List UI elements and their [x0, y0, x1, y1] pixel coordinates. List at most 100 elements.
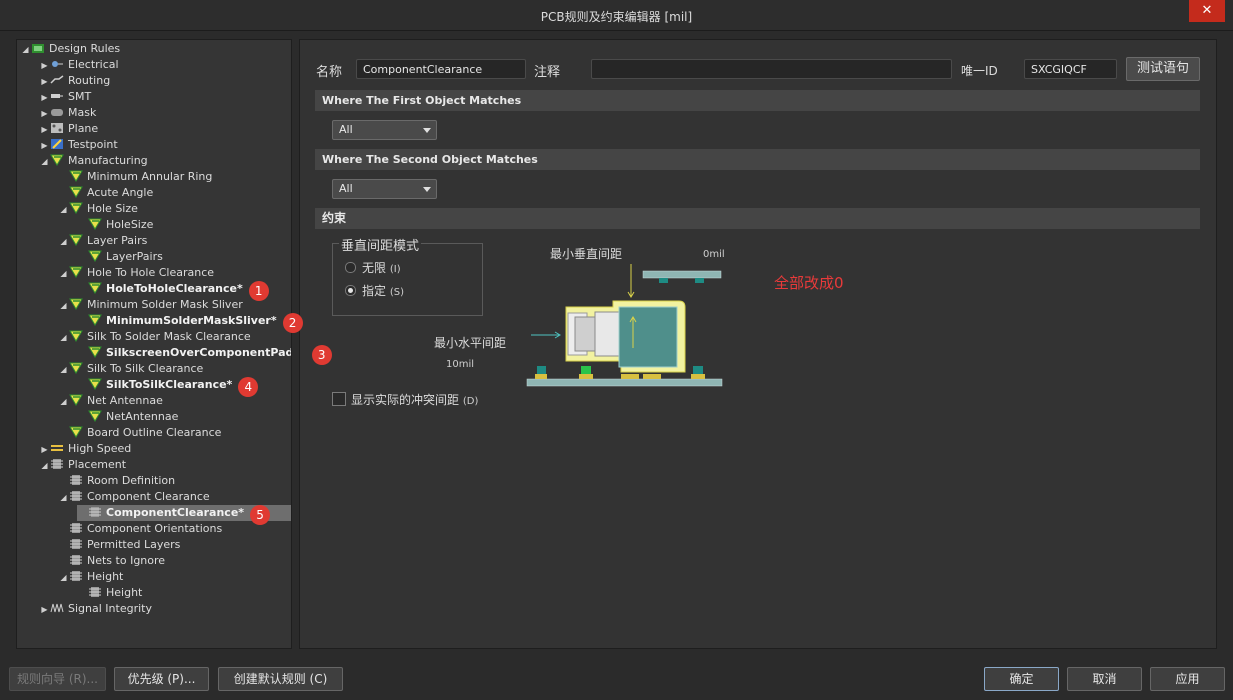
chip-icon [88, 506, 102, 518]
tree-item[interactable]: LayerPairs [77, 249, 163, 265]
tree-item[interactable]: ◢ Silk To Solder Mask Clearance [58, 329, 251, 346]
expand-open-icon[interactable]: ◢ [20, 42, 31, 58]
cancel-button[interactable]: 取消 [1067, 667, 1142, 691]
radio-dot-selected-icon [345, 285, 356, 296]
tree-item-label: High Speed [68, 442, 132, 455]
expand-closed-icon[interactable]: ▶ [39, 90, 50, 106]
tree-item[interactable]: ◢ Height [58, 569, 123, 585]
ok-button[interactable]: 确定 [984, 667, 1059, 691]
rule-icon [69, 266, 83, 278]
tree-item[interactable]: Board Outline Clearance [58, 425, 221, 441]
radio-specified-hotkey: (S) [389, 287, 404, 298]
second-object-combo[interactable]: All [332, 179, 437, 199]
tree-item[interactable]: Component Orientations [58, 521, 222, 537]
radio-specified[interactable]: 指定 (S) [345, 282, 404, 299]
expand-closed-icon[interactable]: ▶ [39, 106, 50, 122]
expand-open-icon[interactable]: ◢ [58, 298, 69, 314]
rules-tree[interactable]: ◢ Design Rules ▶ Electrical ▶ Routing ▶ SMT ▶ Mas… [16, 39, 292, 649]
create-default-rules-button[interactable]: 创建默认规则 (C) [218, 667, 343, 691]
expand-closed-icon[interactable]: ▶ [39, 602, 50, 618]
tree-item[interactable]: ◢ Placement [39, 457, 126, 473]
expand-closed-icon[interactable]: ▶ [39, 122, 50, 138]
radio-infinite[interactable]: 无限 (I) [345, 259, 401, 276]
title-bar: PCB规则及约束编辑器 [mil] ✕ [0, 0, 1233, 31]
expand-open-icon[interactable]: ◢ [58, 266, 69, 282]
tree-item[interactable]: ◢ Layer Pairs [58, 233, 147, 249]
expand-closed-icon[interactable]: ▶ [39, 138, 50, 154]
tree-item[interactable]: HoleToHoleClearance* [77, 281, 243, 297]
testpoint-icon [50, 138, 64, 150]
tree-item-label: Minimum Annular Ring [87, 170, 213, 183]
tree-item-label: MinimumSolderMaskSliver* [106, 314, 277, 327]
tree-item[interactable]: ◢ Design Rules [20, 41, 120, 57]
priority-button[interactable]: 优先级 (P)... [114, 667, 209, 691]
tree-item[interactable]: ▶ Routing [39, 73, 110, 89]
expand-closed-icon[interactable]: ▶ [39, 58, 50, 74]
show-actual-hotkey: (D) [462, 396, 479, 407]
tree-item[interactable]: HoleSize [77, 217, 153, 233]
tree-item[interactable]: ▶ Electrical [39, 57, 118, 74]
rule-icon [69, 234, 83, 246]
expand-open-icon[interactable]: ◢ [58, 490, 69, 506]
tree-item[interactable]: ◢ Silk To Silk Clearance [58, 361, 203, 377]
tree-item[interactable]: ▶ Testpoint [39, 137, 117, 154]
first-object-combo[interactable]: All [332, 120, 437, 140]
tree-item-label: Board Outline Clearance [87, 426, 222, 439]
tree-item[interactable]: ▶ Mask [39, 105, 96, 121]
tree-item-label: SilkToSilkClearance* [106, 378, 233, 391]
tree-item[interactable]: ◢ Component Clearance [58, 489, 209, 506]
expand-open-icon[interactable]: ◢ [58, 362, 69, 378]
step-badge: 5 [250, 504, 271, 525]
expand-open-icon[interactable]: ◢ [58, 394, 69, 410]
tree-item-label: Signal Integrity [68, 602, 152, 615]
comment-field[interactable] [591, 59, 952, 79]
tree-item[interactable]: ◢ Hole Size [58, 201, 137, 218]
rule-icon [69, 298, 83, 310]
expand-closed-icon[interactable]: ▶ [39, 74, 50, 90]
rule-wizard-button[interactable]: 规则向导 (R)... [9, 667, 106, 691]
expand-open-icon[interactable]: ◢ [58, 570, 69, 586]
tree-item[interactable]: ◢ Net Antennae [58, 393, 162, 410]
tree-item[interactable]: ◢ Minimum Solder Mask Sliver [58, 297, 242, 314]
tree-item-label: Layer Pairs [87, 234, 148, 247]
tree-item[interactable]: Nets to Ignore [58, 553, 165, 569]
tree-item[interactable]: MinimumSolderMaskSliver* [77, 313, 277, 329]
expand-open-icon[interactable]: ◢ [58, 330, 69, 346]
tree-item-label: Silk To Solder Mask Clearance [87, 330, 251, 343]
tree-item[interactable]: Acute Angle [58, 185, 153, 201]
vertical-mode-title: 垂直间距模式 [339, 235, 422, 254]
tree-item[interactable]: Minimum Annular Ring [58, 169, 212, 185]
tree-item[interactable]: ▶ High Speed [39, 441, 131, 457]
name-label: 名称 [316, 65, 343, 80]
test-query-button[interactable]: 测试语句 [1126, 57, 1200, 81]
tree-item[interactable]: Permitted Layers [58, 537, 180, 553]
show-actual-checkbox[interactable]: 显示实际的冲突间距 (D) [332, 391, 478, 408]
first-object-combo-value: All [339, 123, 353, 136]
tree-item[interactable]: Room Definition [58, 473, 175, 489]
tree-item-label: ComponentClearance* [106, 506, 245, 519]
tree-item-label: SilkscreenOverComponentPads* [106, 346, 292, 359]
tree-item[interactable]: ▶ Plane [39, 121, 98, 137]
tree-item[interactable]: ◢ Hole To Hole Clearance [58, 265, 214, 281]
chip-icon [69, 538, 83, 550]
expand-open-icon[interactable]: ◢ [58, 202, 69, 218]
tree-item[interactable]: Height [77, 585, 142, 601]
tree-item-label: Plane [68, 122, 99, 135]
tree-item[interactable]: ▶ Signal Integrity [39, 601, 152, 617]
tree-item-label: Acute Angle [87, 186, 154, 199]
apply-button[interactable]: 应用 [1150, 667, 1225, 691]
name-field[interactable]: ComponentClearance [356, 59, 526, 79]
close-button[interactable]: ✕ [1189, 0, 1225, 22]
unique-id-field[interactable]: SXCGIQCF [1024, 59, 1117, 79]
tree-item[interactable]: SilkscreenOverComponentPads* [77, 345, 292, 361]
tree-item[interactable]: NetAntennae [77, 409, 178, 425]
expand-closed-icon[interactable]: ▶ [39, 442, 50, 458]
expand-open-icon[interactable]: ◢ [58, 234, 69, 250]
expand-open-icon[interactable]: ◢ [39, 154, 50, 170]
tree-item-label: NetAntennae [106, 410, 179, 423]
rule-icon [69, 170, 83, 182]
tree-item[interactable]: ◢ Manufacturing [39, 153, 147, 170]
expand-open-icon[interactable]: ◢ [39, 458, 50, 474]
tree-item[interactable]: SilkToSilkClearance* [77, 377, 232, 393]
tree-item[interactable]: ▶ SMT [39, 89, 91, 105]
